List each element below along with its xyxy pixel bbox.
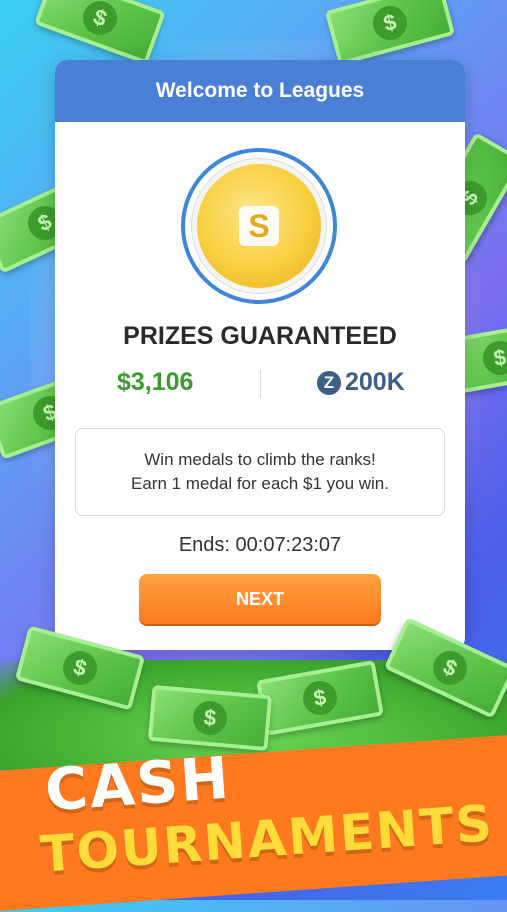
s-medal-icon: S: [239, 206, 279, 246]
next-button[interactable]: NEXT: [139, 574, 381, 624]
countdown-timer: Ends: 00:07:23:07: [178, 534, 342, 556]
medal-frame: S: [181, 148, 337, 304]
info-box: Win medals to climb the ranks! Earn 1 me…: [75, 428, 445, 516]
dollar-icon: $: [78, 0, 122, 40]
banner-title-cash: CASH: [42, 743, 233, 825]
dollar-icon: $: [300, 678, 340, 718]
leagues-dialog: Welcome to Leagues S PRIZES GUARANTEED $…: [55, 60, 465, 650]
dollar-icon: $: [369, 2, 411, 44]
dollar-icon: $: [480, 338, 507, 378]
stat-divider: [260, 370, 261, 398]
info-line-2: Earn 1 medal for each $1 you win.: [131, 474, 389, 493]
prizes-title: PRIZES GUARANTEED: [123, 322, 397, 350]
z-prize-amount: 200K: [345, 368, 405, 396]
info-line-1: Win medals to climb the ranks!: [144, 450, 376, 469]
dollar-icon: $: [59, 647, 101, 689]
z-coin-icon: Z: [317, 370, 341, 395]
dollar-icon: $: [427, 645, 473, 691]
dialog-title: Welcome to Leagues: [55, 60, 465, 122]
cash-prize-amount: $3,106: [117, 368, 194, 396]
z-prize: Z 200K: [317, 368, 405, 397]
gold-medal-icon: S: [197, 164, 321, 288]
money-bill-icon: $: [147, 684, 273, 752]
dollar-icon: $: [191, 699, 229, 737]
